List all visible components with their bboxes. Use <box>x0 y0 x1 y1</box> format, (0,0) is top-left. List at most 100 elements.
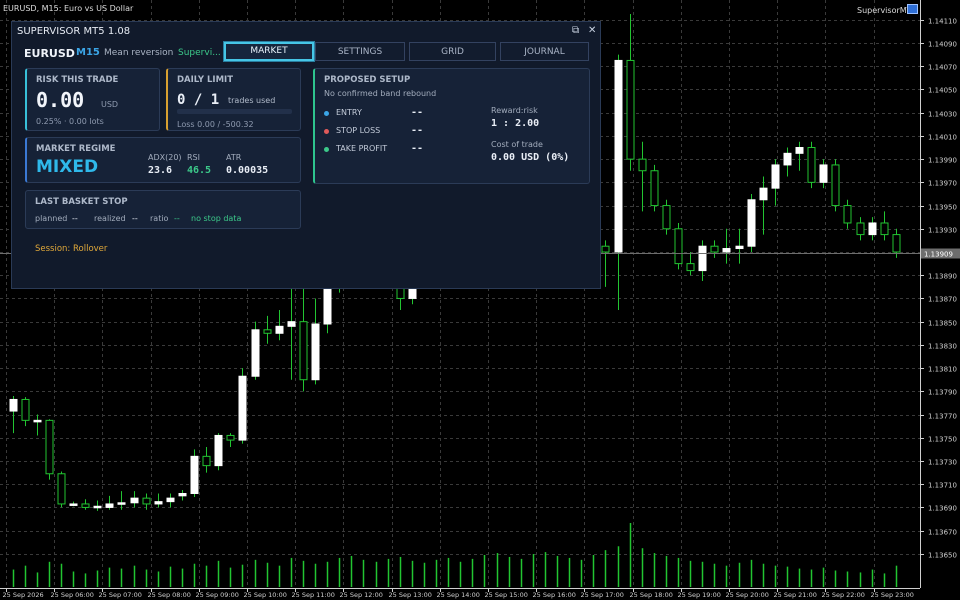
candle-bull <box>190 455 199 494</box>
reward-risk-label: Reward:risk <box>491 106 538 115</box>
basket-stop-card: LAST BASKET STOP planned -- realized -- … <box>25 190 301 229</box>
stop-loss-label: STOP LOSS <box>336 126 381 135</box>
strategy-label: Mean reversion <box>104 48 174 58</box>
time-tick-label: 25 Sep 23:00 <box>871 591 914 599</box>
candle-bear <box>892 234 901 253</box>
candle-bull <box>33 419 42 423</box>
price-tick-label: 1.14070 <box>928 64 957 72</box>
time-tick-label: 25 Sep 22:00 <box>822 591 865 599</box>
candle-bear <box>880 222 889 236</box>
price-tick-label: 1.13810 <box>928 366 957 374</box>
price-tick-label: 1.14090 <box>928 41 957 49</box>
candle-bull <box>614 59 623 253</box>
ratio-label: ratio <box>150 214 169 223</box>
candle-bull <box>117 502 126 505</box>
tab-settings[interactable]: SETTINGS <box>315 42 405 61</box>
candle-bear <box>662 205 671 230</box>
stop-loss-dot-icon <box>324 129 329 134</box>
candle-bull <box>93 505 102 509</box>
price-tick-label: 1.13670 <box>928 529 957 537</box>
take-profit-value: -- <box>411 143 424 154</box>
candle-bear <box>263 329 272 334</box>
candle-bear <box>57 473 66 505</box>
status-label: Supervi... <box>178 48 221 58</box>
tab-market[interactable]: MARKET <box>224 42 314 61</box>
candle-bear <box>650 170 659 207</box>
price-tick-label: 1.13730 <box>928 459 957 467</box>
candle-bull <box>130 497 139 504</box>
entry-dot-icon <box>324 111 329 116</box>
time-tick-label: 25 Sep 11:00 <box>292 591 335 599</box>
price-tick-label: 1.13750 <box>928 436 957 444</box>
candle-bull <box>9 398 18 412</box>
candle-bear <box>638 158 647 172</box>
restore-icon[interactable]: ⧉ <box>572 25 579 36</box>
candle-bull <box>214 434 223 467</box>
daily-unit: trades used <box>228 96 276 105</box>
candle-bear <box>299 321 308 381</box>
tab-grid[interactable]: GRID <box>409 42 496 61</box>
candle-bear <box>843 205 852 224</box>
symbol-label: EURUSD <box>24 47 75 60</box>
stop-loss-value: -- <box>411 125 424 136</box>
price-tick-label: 1.14050 <box>928 87 957 95</box>
price-tick-label: 1.13830 <box>928 343 957 351</box>
candle-bull <box>698 245 707 272</box>
candle-bear <box>856 222 865 236</box>
regime-label: MARKET REGIME <box>36 144 116 154</box>
candle-bear <box>226 434 235 441</box>
planned-label: planned <box>35 214 68 223</box>
candle-bull <box>323 286 332 325</box>
time-axis: 25 Sep 2026 25 Sep 06:00 25 Sep 07:00 25 Se… <box>0 588 920 599</box>
take-profit-dot-icon <box>324 147 329 152</box>
hat-icon[interactable] <box>907 4 918 14</box>
candle-bull <box>69 503 78 506</box>
setup-label: PROPOSED SETUP <box>324 75 411 85</box>
time-tick-label: 25 Sep 14:00 <box>437 591 480 599</box>
rsi-value: 46.5 <box>187 165 212 176</box>
candle-bear <box>601 245 610 253</box>
price-tick-label: 1.13850 <box>928 320 957 328</box>
realized-label: realized <box>94 214 126 223</box>
candle-bear <box>81 503 90 508</box>
time-tick-label: 25 Sep 16:00 <box>533 591 576 599</box>
realized-value: -- <box>132 214 138 223</box>
candle-bull <box>868 222 877 236</box>
candle-bull <box>735 245 744 250</box>
daily-loss: Loss 0.00 / -500.32 <box>177 120 254 129</box>
candle-bull <box>722 248 731 253</box>
planned-value: -- <box>72 214 78 223</box>
atr-label: ATR <box>226 153 242 162</box>
price-tick-label: 1.13930 <box>928 227 957 235</box>
candle-bull <box>251 329 260 377</box>
time-tick-label: 25 Sep 19:00 <box>678 591 721 599</box>
setup-subtitle: No confirmed band rebound <box>324 89 437 98</box>
candle-bear <box>45 419 54 475</box>
price-tick-label: 1.14030 <box>928 111 957 119</box>
candle-bear <box>686 263 695 272</box>
adx-value: 23.6 <box>148 165 173 176</box>
candle-bear <box>710 245 719 253</box>
daily-count: 0 / 1 <box>177 92 220 108</box>
price-tick-label: 1.13990 <box>928 157 957 165</box>
rsi-label: RSI <box>187 153 200 162</box>
candle-bull <box>783 152 792 166</box>
time-tick-label: 25 Sep 08:00 <box>148 591 191 599</box>
risk-value: 0.00 <box>36 88 85 112</box>
panel-title: SUPERVISOR MT5 1.08 <box>17 26 131 37</box>
market-regime-card: MARKET REGIME MIXED ADX(20) 23.6 RSI 46.… <box>25 137 301 183</box>
time-tick-label: 25 Sep 18:00 <box>630 591 673 599</box>
candle-bull <box>166 497 175 503</box>
close-icon[interactable]: ✕ <box>588 25 596 36</box>
panel-titlebar[interactable]: SUPERVISOR MT5 1.08 ⧉ ✕ <box>12 22 600 42</box>
tab-journal[interactable]: JOURNAL <box>500 42 589 61</box>
daily-progress-bar <box>177 109 292 114</box>
price-tick-label: 1.13690 <box>928 505 957 513</box>
regime-value: MIXED <box>36 157 99 177</box>
risk-card: RISK THIS TRADE 0.00 USD 0.25% · 0.00 lo… <box>25 68 160 131</box>
candle-bull <box>287 321 296 327</box>
candle-bull <box>238 375 247 441</box>
daily-limit-card: DAILY LIMIT 0 / 1 trades used Loss 0.00 … <box>166 68 301 131</box>
ratio-value: -- <box>174 214 180 223</box>
price-tick-label: 1.13770 <box>928 413 957 421</box>
